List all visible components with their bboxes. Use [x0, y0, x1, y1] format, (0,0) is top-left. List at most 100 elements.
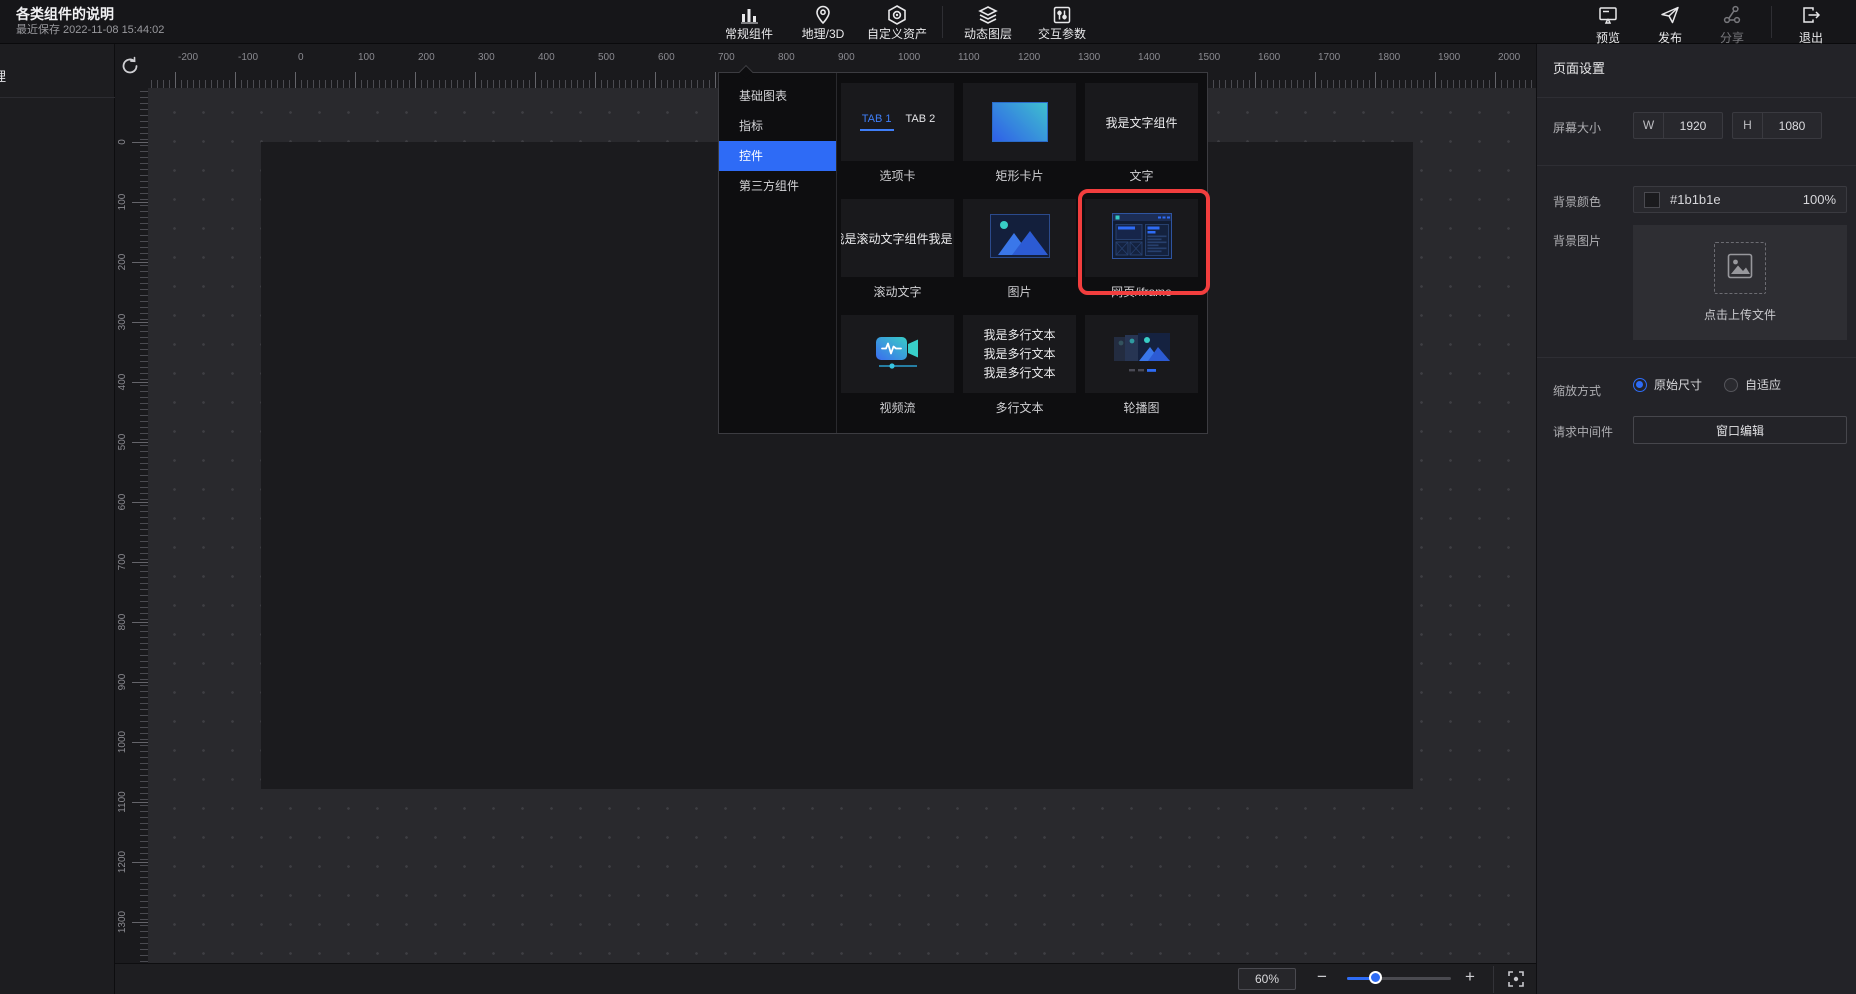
publish-button[interactable]: 发布: [1639, 0, 1701, 44]
component-card-rect-card[interactable]: 矩形卡片: [963, 83, 1076, 184]
radio-label: 自适应: [1745, 376, 1781, 393]
header-bar: 各类组件的说明 最近保存 2022-11-08 15:44:02 常规组件 地理…: [0, 0, 1856, 44]
card-preview: 我是多行文本 我是多行文本 我是多行文本: [963, 315, 1076, 393]
component-category-menu: 基础图表 指标 控件 第三方组件: [719, 73, 837, 433]
ruler-v-label: 0: [117, 122, 131, 162]
card-preview: [841, 315, 954, 393]
window-edit-button[interactable]: 窗口编辑: [1633, 416, 1847, 444]
menu-item-basic-charts[interactable]: 基础图表: [719, 81, 836, 111]
ruler-v-label: 1000: [117, 722, 131, 762]
width-field[interactable]: W 1920: [1633, 112, 1723, 139]
zoom-in-button[interactable]: +: [1465, 967, 1475, 987]
upload-dropzone[interactable]: 点击上传文件: [1633, 225, 1847, 340]
zoom-out-button[interactable]: −: [1317, 967, 1327, 987]
gradient-rect-preview: [992, 102, 1048, 142]
component-card-multiline-text[interactable]: 我是多行文本 我是多行文本 我是多行文本 多行文本: [963, 315, 1076, 416]
exit-button[interactable]: 退出: [1780, 0, 1842, 44]
scale-mode-label: 缩放方式: [1553, 382, 1601, 399]
ruler-v-label: 600: [117, 482, 131, 522]
ruler-h-label: 1200: [1018, 52, 1040, 63]
component-toolbar: 常规组件 地理/3D 自定义资产 动态图层 交互参数: [712, 0, 1099, 44]
toolbar-item-custom-assets[interactable]: 自定义资产: [860, 0, 934, 44]
card-preview: [963, 199, 1076, 277]
page-title: 各类组件的说明: [16, 5, 164, 23]
height-field[interactable]: H 1080: [1732, 112, 1822, 139]
toolbar-item-geo-3d[interactable]: 地理/3D: [786, 0, 860, 44]
video-camera-icon: [875, 334, 921, 375]
menu-item-indicators[interactable]: 指标: [719, 111, 836, 141]
ruler-h-label: 2000: [1498, 52, 1520, 63]
component-card-scroll-text[interactable]: 我是滚动文字组件我是 滚动文字: [841, 199, 954, 300]
ruler-v-label: 1100: [117, 782, 131, 822]
scroll-text-preview: 我是滚动文字组件我是: [841, 230, 953, 247]
layer-panel-clipped-text: 理: [0, 66, 6, 85]
layer-panel-divider: [0, 97, 115, 98]
width-key: W: [1634, 113, 1664, 138]
toolbar-item-dynamic-layers[interactable]: 动态图层: [951, 0, 1025, 44]
component-card-iframe[interactable]: 网页/iframe: [1085, 199, 1198, 300]
component-card-video-stream[interactable]: 视频流: [841, 315, 954, 416]
component-card-carousel[interactable]: 轮播图: [1085, 315, 1198, 416]
ruler-h-label: -100: [238, 52, 258, 63]
carousel-icon: [1112, 329, 1172, 380]
bg-color-field[interactable]: #1b1b1e 100%: [1633, 186, 1847, 213]
ruler-h-label: 1500: [1198, 52, 1220, 63]
card-label: 滚动文字: [841, 283, 954, 300]
radio-original-size[interactable]: 原始尺寸: [1633, 376, 1702, 393]
radio-adaptive[interactable]: 自适应: [1724, 376, 1781, 393]
middleware-label: 请求中间件: [1553, 423, 1613, 440]
text-preview: 我是文字组件: [1105, 114, 1177, 131]
card-preview: [1085, 199, 1198, 277]
component-card-text[interactable]: 我是文字组件 文字: [1085, 83, 1198, 184]
image-placeholder-icon: [990, 214, 1050, 263]
ruler-h-label: 1400: [1138, 52, 1160, 63]
card-label: 视频流: [841, 399, 954, 416]
ruler-v-label: 700: [117, 542, 131, 582]
ruler-v-label: 1200: [117, 842, 131, 882]
preview-button[interactable]: 预览: [1577, 0, 1639, 44]
bottom-bar: 60% − +: [115, 963, 1536, 994]
card-label: 矩形卡片: [963, 167, 1076, 184]
card-preview: 我是文字组件: [1085, 83, 1198, 161]
bg-color-label: 背景颜色: [1553, 193, 1601, 210]
ruler-vertical: 0100200300400500600700800900100011001200…: [115, 88, 148, 963]
toolbar-label: 自定义资产: [867, 27, 927, 41]
radio-selected-icon: [1633, 378, 1647, 392]
component-grid: TAB 1 TAB 2 选项卡 矩形卡片 我是文字组件 文字 我是滚动文字组件我…: [841, 73, 1207, 433]
ruler-h-label: 400: [538, 52, 555, 63]
last-saved-time: 最近保存 2022-11-08 15:44:02: [16, 23, 164, 38]
share-button[interactable]: 分享: [1701, 0, 1763, 44]
toolbar-label: 交互参数: [1038, 27, 1086, 41]
height-value[interactable]: 1080: [1763, 119, 1821, 133]
layers-icon: [977, 4, 999, 26]
toolbar-item-interaction-params[interactable]: 交互参数: [1025, 0, 1099, 44]
tab-preview-2: TAB 2: [906, 113, 936, 131]
zoom-slider-thumb[interactable]: [1369, 971, 1382, 984]
menu-item-controls[interactable]: 控件: [719, 141, 836, 171]
ruler-h-label: 1100: [958, 52, 980, 63]
screen-size-label: 屏幕大小: [1553, 119, 1601, 136]
paper-plane-icon: [1659, 4, 1681, 31]
zoom-level-field[interactable]: 60%: [1238, 968, 1296, 990]
radio-unselected-icon: [1724, 378, 1738, 392]
card-label: 轮播图: [1085, 399, 1198, 416]
width-value[interactable]: 1920: [1664, 119, 1722, 133]
toolbar-label: 常规组件: [725, 27, 773, 41]
page-settings-panel: 页面设置 屏幕大小 W 1920 H 1080 背景颜色 #1b1b1e 100…: [1536, 44, 1856, 994]
refresh-icon[interactable]: [118, 54, 142, 83]
ruler-v-label: 100: [117, 182, 131, 222]
ruler-h-label: 900: [838, 52, 855, 63]
component-card-image[interactable]: 图片: [963, 199, 1076, 300]
card-preview: 我是滚动文字组件我是: [841, 199, 954, 277]
component-card-tabs[interactable]: TAB 1 TAB 2 选项卡: [841, 83, 954, 184]
toolbar-item-regular-components[interactable]: 常规组件: [712, 0, 786, 44]
ruler-h-label: 800: [778, 52, 795, 63]
zoom-slider[interactable]: [1347, 977, 1451, 980]
bottom-bar-divider: [1493, 966, 1494, 993]
tab-preview-1: TAB 1: [860, 113, 894, 131]
color-swatch[interactable]: [1644, 192, 1660, 208]
ruler-corner: [115, 44, 148, 88]
menu-item-third-party[interactable]: 第三方组件: [719, 171, 836, 201]
fit-to-screen-icon[interactable]: [1507, 970, 1525, 993]
toolbar-label: 地理/3D: [802, 27, 845, 41]
